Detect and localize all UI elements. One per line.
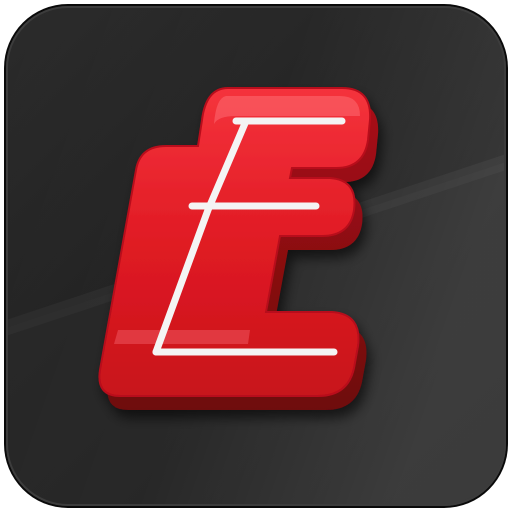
app-icon-graphic <box>4 4 508 508</box>
app-icon[interactable] <box>0 0 512 512</box>
